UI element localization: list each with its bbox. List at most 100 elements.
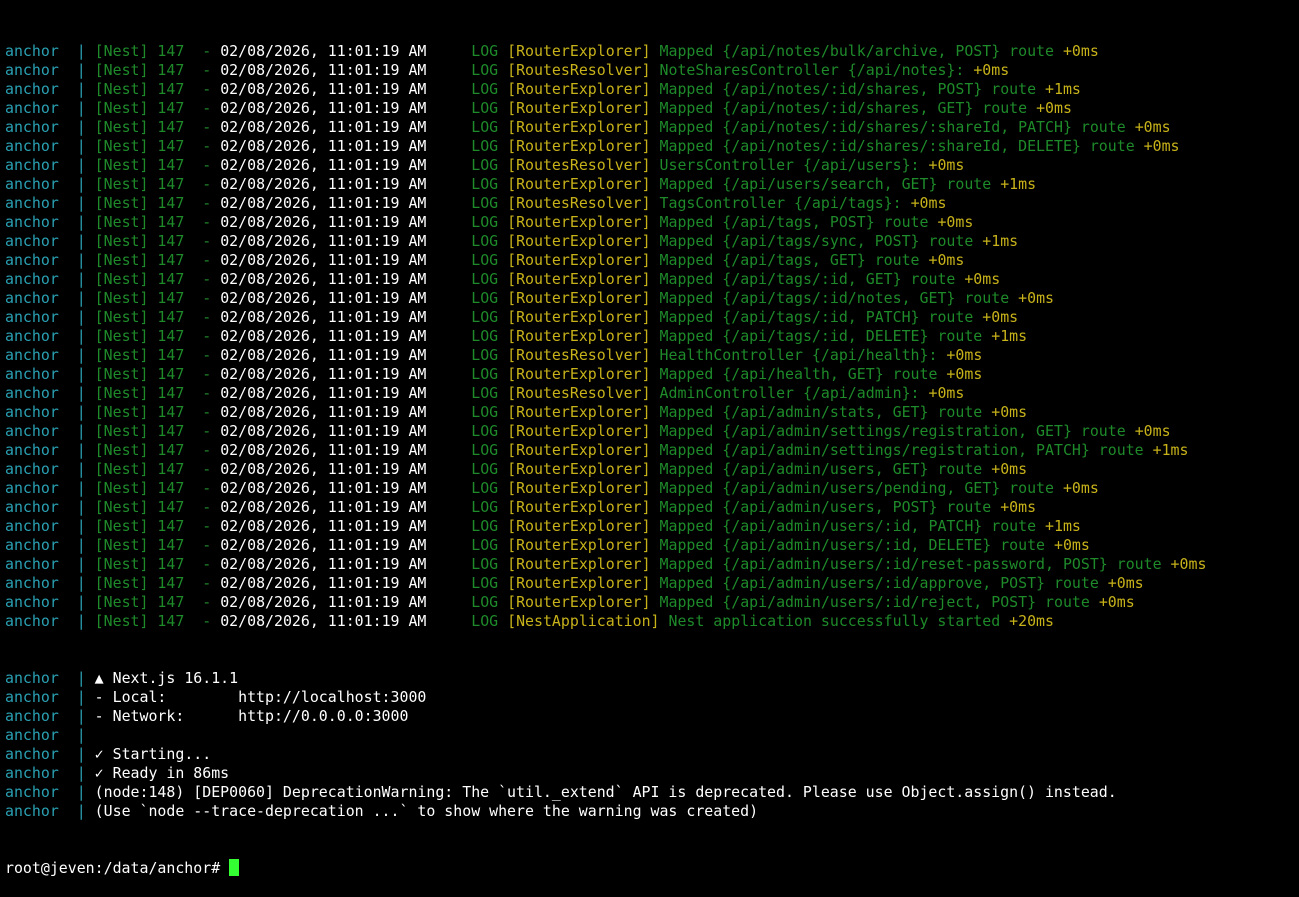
nest-pid: [Nest] 147: [94, 365, 185, 383]
separator: [426, 232, 471, 250]
log-line: anchor | [Nest] 147 - 02/08/2026, 11:01:…: [5, 498, 1299, 517]
log-level: LOG: [471, 156, 499, 174]
separator: [651, 517, 660, 535]
log-message: Mapped {/api/tags/sync, POST} route: [659, 232, 974, 250]
separator: [1009, 289, 1018, 307]
separator: [982, 327, 991, 345]
separator: [426, 175, 471, 193]
separator: |: [58, 479, 95, 497]
log-elapsed: +0ms: [1143, 137, 1180, 155]
shell-prompt-line[interactable]: root@jeven:/data/anchor#: [5, 859, 1299, 878]
separator: -: [184, 232, 221, 250]
separator: [651, 99, 660, 117]
separator: [651, 118, 660, 136]
separator: [426, 42, 471, 60]
log-context: [RouterExplorer]: [507, 232, 651, 250]
log-line: anchor | [Nest] 147 - 02/08/2026, 11:01:…: [5, 555, 1299, 574]
separator: [426, 137, 471, 155]
log-text: ▲ Next.js 16.1.1: [94, 669, 239, 687]
service-name: anchor: [5, 441, 59, 459]
log-elapsed: +0ms: [1036, 99, 1072, 117]
plain-log-block: anchor | ▲ Next.js 16.1.1 anchor | - Loca…: [5, 669, 1299, 821]
separator: [651, 327, 660, 345]
nest-pid: [Nest] 147: [94, 289, 185, 307]
log-context: [RouterExplorer]: [507, 289, 651, 307]
separator: |: [58, 555, 95, 573]
log-message: Mapped {/api/admin/users, GET} route: [659, 460, 983, 478]
log-level: LOG: [471, 99, 499, 117]
service-name: anchor: [5, 555, 59, 573]
log-line: anchor | [Nest] 147 - 02/08/2026, 11:01:…: [5, 460, 1299, 479]
log-line: anchor | [Nest] 147 - 02/08/2026, 11:01:…: [5, 536, 1299, 555]
log-line: anchor | [Nest] 147 - 02/08/2026, 11:01:…: [5, 137, 1299, 156]
log-timestamp: 02/08/2026, 11:01:19 AM: [220, 403, 427, 421]
nest-pid: [Nest] 147: [94, 194, 185, 212]
log-line: anchor | [Nest] 147 - 02/08/2026, 11:01:…: [5, 346, 1299, 365]
log-timestamp: 02/08/2026, 11:01:19 AM: [220, 156, 427, 174]
separator: [991, 498, 1000, 516]
separator: [1027, 99, 1036, 117]
separator: -: [184, 365, 221, 383]
separator: -: [184, 479, 221, 497]
log-message: UsersController {/api/users}:: [659, 156, 920, 174]
separator: [1126, 118, 1135, 136]
separator: |: [58, 669, 95, 687]
service-name: anchor: [5, 669, 59, 687]
log-level: LOG: [471, 42, 499, 60]
separator: -: [184, 384, 221, 402]
log-message: Mapped {/api/notes/:id/shares, POST} rou…: [659, 80, 1037, 98]
log-timestamp: 02/08/2026, 11:01:19 AM: [220, 574, 427, 592]
separator: [651, 175, 660, 193]
nest-pid: [Nest] 147: [94, 498, 185, 516]
separator: [1036, 517, 1045, 535]
separator: [498, 270, 507, 288]
separator: [498, 327, 507, 345]
separator: -: [184, 517, 221, 535]
log-level: LOG: [471, 498, 499, 516]
nest-pid: [Nest] 147: [94, 403, 185, 421]
separator: [498, 365, 507, 383]
log-line: anchor | [Nest] 147 - 02/08/2026, 11:01:…: [5, 289, 1299, 308]
log-level: LOG: [471, 403, 499, 421]
separator: [498, 460, 507, 478]
separator: [498, 479, 507, 497]
separator: -: [184, 498, 221, 516]
separator: |: [58, 232, 95, 250]
separator: [426, 536, 471, 554]
log-context: [RouterExplorer]: [507, 517, 651, 535]
log-elapsed: +0ms: [1062, 479, 1099, 497]
nest-pid: [Nest] 147: [94, 517, 185, 535]
separator: [426, 213, 471, 231]
log-timestamp: 02/08/2026, 11:01:19 AM: [220, 460, 427, 478]
service-name: anchor: [5, 422, 59, 440]
log-elapsed: +0ms: [928, 384, 965, 402]
log-elapsed: +0ms: [1062, 42, 1099, 60]
service-name: anchor: [5, 612, 59, 630]
log-context: [RouterExplorer]: [507, 118, 651, 136]
log-line: anchor | [Nest] 147 - 02/08/2026, 11:01:…: [5, 365, 1299, 384]
separator: -: [184, 270, 221, 288]
separator: |: [58, 346, 95, 364]
separator: [651, 593, 660, 611]
separator: [498, 137, 507, 155]
nest-log-block: anchor | [Nest] 147 - 02/08/2026, 11:01:…: [5, 42, 1299, 631]
separator: |: [58, 593, 95, 611]
separator: |: [58, 764, 95, 782]
service-name: anchor: [5, 688, 59, 706]
nest-pid: [Nest] 147: [94, 42, 185, 60]
separator: [426, 346, 471, 364]
terminal-window[interactable]: anchor | [Nest] 147 - 02/08/2026, 11:01:…: [0, 0, 1299, 877]
log-level: LOG: [471, 213, 499, 231]
log-timestamp: 02/08/2026, 11:01:19 AM: [220, 270, 427, 288]
service-name: anchor: [5, 61, 59, 79]
separator: [651, 42, 660, 60]
separator: |: [58, 498, 95, 516]
separator: [651, 232, 660, 250]
log-timestamp: 02/08/2026, 11:01:19 AM: [220, 61, 427, 79]
log-elapsed: +0ms: [982, 308, 1019, 326]
log-elapsed: +0ms: [1000, 498, 1037, 516]
log-line: anchor | (Use `node --trace-deprecation …: [5, 802, 1299, 821]
log-context: [RouterExplorer]: [507, 574, 651, 592]
separator: [498, 384, 507, 402]
log-text: ✓ Starting...: [94, 745, 212, 763]
